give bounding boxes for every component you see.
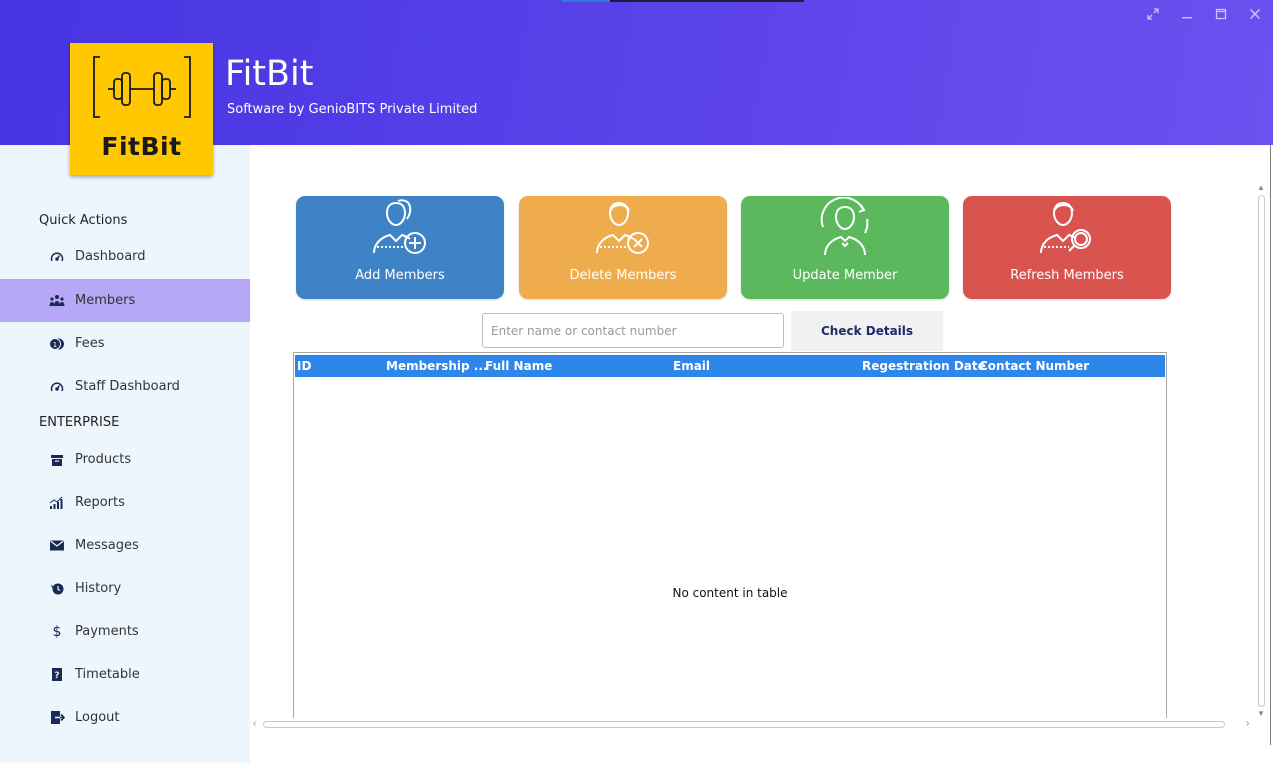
speedometer-icon [48, 378, 66, 396]
sidebar-item-label: Staff Dashboard [75, 379, 180, 394]
svg-text:?: ? [54, 671, 59, 681]
update-member-label: Update Member [792, 268, 898, 283]
title-bar-accent [562, 0, 804, 2]
vertical-scrollbar[interactable]: ▲ ▼ [1255, 183, 1267, 720]
delete-members-button[interactable]: Delete Members [519, 196, 727, 299]
user-add-icon [373, 199, 426, 254]
column-header-registration-date[interactable]: Regestration Date [862, 355, 986, 377]
sidebar-item-products[interactable]: Products [0, 438, 250, 481]
column-header-id[interactable]: ID [297, 355, 311, 377]
sidebar-item-label: Members [75, 293, 136, 308]
question-book-icon: ? [48, 666, 66, 684]
main-content: Add Members Delete Members Update Member [250, 145, 1273, 763]
vertical-scroll-thumb[interactable] [1258, 195, 1265, 707]
app-title: FitBit [225, 54, 314, 94]
sidebar: Quick Actions Dashboard Members 1 Fees S… [0, 145, 250, 763]
box-icon [48, 451, 66, 469]
speedometer-icon [48, 248, 66, 266]
refresh-members-label: Refresh Members [1010, 268, 1124, 283]
dumbbell-icon [93, 56, 191, 118]
horizontal-scroll-thumb[interactable] [263, 721, 1225, 728]
sidebar-item-label: Fees [75, 336, 105, 351]
sidebar-item-label: Payments [75, 624, 139, 639]
sidebar-item-messages[interactable]: Messages [0, 524, 250, 567]
dollar-icon: $ [52, 623, 62, 640]
sidebar-item-staff-dashboard[interactable]: Staff Dashboard [0, 365, 250, 408]
logout-icon [48, 709, 66, 727]
sidebar-item-label: Products [75, 452, 132, 467]
scroll-up-icon[interactable]: ▲ [1257, 183, 1265, 192]
app-logo: FitBit [70, 43, 213, 175]
window-controls [1143, 6, 1265, 22]
add-members-button[interactable]: Add Members [296, 196, 504, 299]
column-header-contact-number[interactable]: Contact Number [979, 355, 1089, 377]
sidebar-item-label: Reports [75, 495, 125, 510]
add-members-label: Add Members [355, 268, 445, 283]
sidebar-item-history[interactable]: History [0, 567, 250, 610]
envelope-icon [48, 537, 66, 555]
section-label-enterprise: ENTERPRISE [39, 415, 120, 430]
table-empty-message: No content in table [672, 586, 788, 600]
members-icon [48, 292, 66, 310]
user-search-icon [1040, 201, 1091, 254]
logo-text: FitBit [101, 132, 182, 161]
sidebar-item-logout[interactable]: Logout [0, 696, 250, 739]
check-details-button[interactable]: Check Details [791, 311, 943, 351]
window-border [1270, 145, 1271, 745]
minimize-icon[interactable] [1177, 6, 1197, 22]
app-subtitle: Software by GenioBITS Private Limited [227, 102, 478, 117]
expand-icon[interactable] [1143, 6, 1163, 22]
sidebar-item-timetable[interactable]: ? Timetable [0, 653, 250, 696]
horizontal-scrollbar[interactable]: ‹ › [253, 718, 1253, 730]
column-header-full-name[interactable]: Full Name [485, 355, 552, 377]
column-header-membership[interactable]: Membership ... [386, 355, 487, 377]
maximize-icon[interactable] [1211, 6, 1231, 22]
coins-icon: 1 [48, 335, 66, 353]
update-member-button[interactable]: Update Member [741, 196, 949, 299]
delete-members-label: Delete Members [569, 268, 677, 283]
sidebar-item-fees[interactable]: 1 Fees [0, 322, 250, 365]
sidebar-item-dashboard[interactable]: Dashboard [0, 235, 250, 278]
history-icon [48, 580, 66, 598]
sidebar-item-label: Dashboard [75, 249, 146, 264]
column-header-email[interactable]: Email [673, 355, 710, 377]
sidebar-item-reports[interactable]: Reports [0, 481, 250, 524]
sidebar-item-label: Messages [75, 538, 139, 553]
table-header: ID Membership ... Full Name Email Regest… [295, 355, 1165, 377]
scroll-right-icon[interactable]: › [1246, 718, 1249, 729]
svg-text:1: 1 [53, 341, 57, 349]
members-table[interactable]: ID Membership ... Full Name Email Regest… [293, 352, 1167, 718]
sidebar-item-label: Timetable [75, 667, 140, 682]
close-icon[interactable] [1245, 6, 1265, 22]
sidebar-item-label: History [75, 581, 122, 596]
scroll-left-icon[interactable]: ‹ [253, 718, 256, 729]
scroll-down-icon[interactable]: ▼ [1257, 709, 1265, 718]
user-update-icon [820, 197, 869, 256]
refresh-members-button[interactable]: Refresh Members [963, 196, 1171, 299]
bar-chart-icon [48, 494, 66, 512]
section-label-quick-actions: Quick Actions [39, 213, 128, 228]
user-delete-icon [596, 201, 649, 254]
sidebar-item-members[interactable]: Members [0, 279, 250, 322]
search-input[interactable] [482, 313, 784, 348]
sidebar-item-payments[interactable]: $ Payments [0, 610, 250, 653]
sidebar-item-label: Logout [75, 710, 120, 725]
